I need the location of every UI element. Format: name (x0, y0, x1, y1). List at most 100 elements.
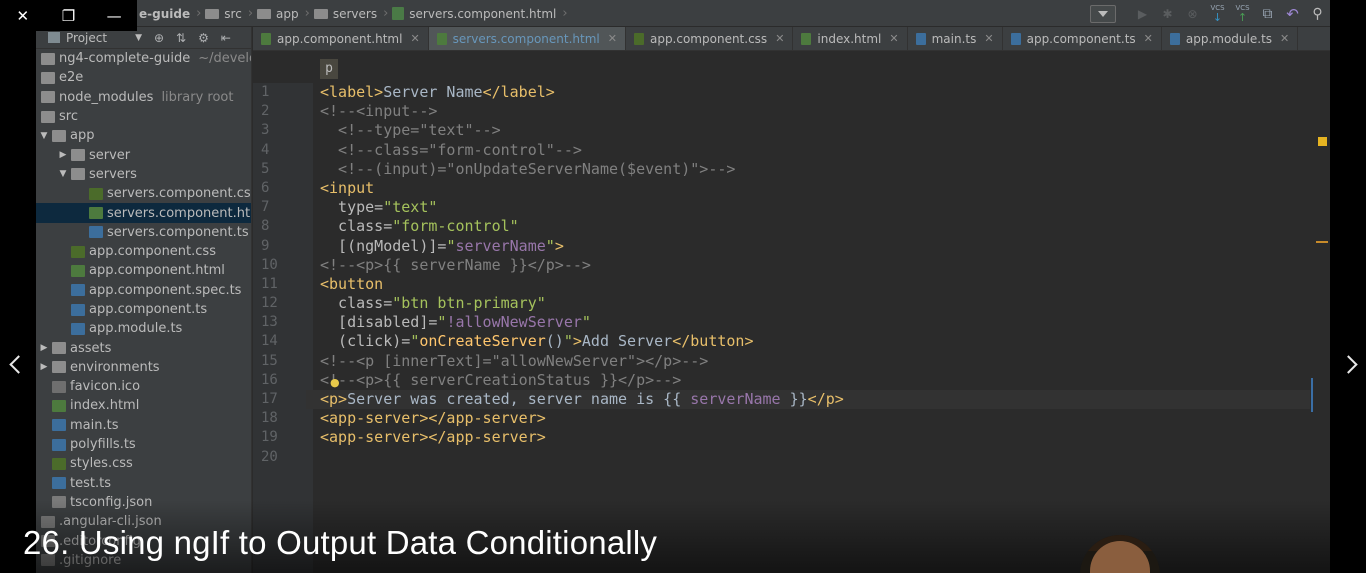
code-line[interactable]: [disabled]="!allowNewServer" (320, 313, 1310, 332)
tree-item[interactable]: ▶ environments (36, 358, 251, 377)
tree-item[interactable]: styles.css (36, 454, 251, 473)
tree-item[interactable]: servers.component.css (36, 184, 251, 203)
restore-icon[interactable]: ❐ (46, 0, 92, 31)
line-number[interactable]: 17 (253, 390, 313, 409)
editor-tab[interactable]: app.component.html ✕ (253, 27, 429, 50)
line-number[interactable]: 8 (253, 217, 313, 236)
line-number[interactable]: 11 (253, 275, 313, 294)
code-line[interactable] (320, 448, 1310, 467)
tree-item[interactable]: index.html (36, 396, 251, 415)
line-number[interactable]: 18 (253, 409, 313, 428)
tree-item[interactable]: app.component.ts (36, 300, 251, 319)
tree-item[interactable]: app.component.spec.ts (36, 281, 251, 300)
line-number[interactable]: 19 (253, 428, 313, 447)
line-number[interactable]: 13 (253, 313, 313, 332)
locate-file-icon[interactable]: ⊕ (154, 31, 164, 45)
tree-item[interactable]: main.ts (36, 416, 251, 435)
warning-marker[interactable] (1316, 241, 1328, 243)
tree-item[interactable]: servers.component.html (36, 203, 251, 223)
code-line[interactable]: [(ngModel)]="serverName"> (320, 237, 1310, 256)
code-line[interactable]: <app-server></app-server> (320, 409, 1310, 428)
intention-bulb-icon[interactable]: ● (330, 376, 340, 389)
tree-item[interactable]: ▶ server (36, 145, 251, 164)
line-number[interactable]: 4 (253, 141, 313, 160)
code-line[interactable]: <!--type="text"--> (320, 121, 1310, 140)
tree-item[interactable]: src (36, 107, 251, 126)
error-stripe[interactable] (1314, 51, 1330, 573)
line-number[interactable]: 5 (253, 160, 313, 179)
breadcrumb-item[interactable]: servers (311, 0, 382, 27)
code-line[interactable]: (click)="onCreateServer()">Add Server</b… (320, 332, 1310, 351)
settings-gear-icon[interactable]: ⚙ (198, 31, 209, 45)
chevron-down-icon[interactable]: ▼ (135, 33, 142, 43)
editor-tab[interactable]: app.component.ts ✕ (1003, 27, 1162, 50)
close-tab-icon[interactable]: ✕ (1144, 32, 1153, 45)
vcs-history-icon[interactable]: ⧉ (1255, 3, 1280, 25)
line-number[interactable]: 10 (253, 256, 313, 275)
tree-item[interactable]: node_modules library root (36, 88, 251, 107)
code-line[interactable]: <!--(input)="onUpdateServerName($event)"… (320, 160, 1310, 179)
tree-item[interactable]: ng4-complete-guide ~/developme (36, 49, 251, 68)
code-area[interactable]: <label>Server Name</label> <!--<input--> … (306, 83, 1310, 467)
close-tab-icon[interactable]: ✕ (410, 32, 419, 45)
tree-item[interactable]: ▼ app (36, 126, 251, 145)
tree-item[interactable]: servers.component.ts (36, 223, 251, 242)
code-line[interactable]: <app-server></app-server> (320, 428, 1310, 447)
run-config-dropdown[interactable] (1090, 4, 1116, 23)
code-line[interactable]: <!--<p>{{ serverCreationStatus }}</p>--> (320, 371, 1310, 390)
editor-tab[interactable]: main.ts ✕ (908, 27, 1003, 50)
collapse-all-icon[interactable]: ⇅ (176, 31, 186, 45)
tag-breadcrumb[interactable]: p (320, 59, 338, 79)
code-line[interactable]: <p>Server was created, server name is {{… (306, 390, 1310, 410)
hide-panel-icon[interactable]: ⇤ (221, 31, 231, 45)
code-line[interactable]: <!--<input--> (320, 102, 1310, 121)
close-tab-icon[interactable]: ✕ (984, 32, 993, 45)
expand-right-icon[interactable]: ▶ (39, 362, 49, 372)
line-number[interactable]: 6 (253, 179, 313, 198)
vcs-commit-button[interactable]: VCS ↑ (1230, 3, 1255, 25)
breadcrumb-item[interactable]: app (254, 0, 304, 27)
tree-item[interactable]: ▶ assets (36, 338, 251, 357)
tree-item[interactable]: app.module.ts (36, 319, 251, 338)
code-line[interactable]: <button (320, 275, 1310, 294)
analysis-status-icon[interactable] (1318, 137, 1327, 146)
line-number[interactable]: 7 (253, 198, 313, 217)
breadcrumb-item[interactable]: servers.component.html (389, 0, 561, 27)
editor-tab[interactable]: index.html ✕ (793, 27, 908, 50)
editor-tab[interactable]: servers.component.html ✕ (428, 27, 626, 50)
line-number[interactable]: 16 (253, 371, 313, 390)
line-number[interactable]: 20 (253, 448, 313, 467)
line-number[interactable]: 12 (253, 294, 313, 313)
tree-item[interactable]: app.component.css (36, 242, 251, 261)
minimize-icon[interactable]: — (91, 0, 137, 31)
tree-item[interactable]: test.ts (36, 474, 251, 493)
code-line[interactable]: <!--<p>{{ serverName }}</p>--> (320, 256, 1310, 275)
code-line[interactable]: <!--class="form-control"--> (320, 141, 1310, 160)
line-number[interactable]: 9 (253, 237, 313, 256)
close-tab-icon[interactable]: ✕ (775, 32, 784, 45)
editor-tab[interactable]: app.component.css ✕ (626, 27, 794, 50)
line-number[interactable]: 1 (253, 83, 313, 102)
expand-right-icon[interactable]: ▶ (58, 150, 68, 160)
close-tab-icon[interactable]: ✕ (608, 32, 617, 45)
editor-tab[interactable]: app.module.ts ✕ (1162, 27, 1299, 50)
debug-icon[interactable]: ✱ (1155, 3, 1180, 25)
close-icon[interactable]: ✕ (0, 0, 46, 31)
code-line[interactable]: class="form-control" (320, 217, 1310, 236)
line-number[interactable]: 15 (253, 352, 313, 371)
next-button[interactable] (1336, 346, 1366, 382)
close-tab-icon[interactable]: ✕ (1280, 32, 1289, 45)
search-everywhere-icon[interactable]: ⚲ (1305, 3, 1330, 25)
run-icon[interactable]: ▶ (1130, 3, 1155, 25)
breadcrumb-item[interactable]: e-guide (136, 0, 195, 27)
tree-item[interactable]: favicon.ico (36, 377, 251, 396)
line-number[interactable]: 3 (253, 121, 313, 140)
code-line[interactable]: class="btn btn-primary" (320, 294, 1310, 313)
tree-item[interactable]: polyfills.ts (36, 435, 251, 454)
line-number[interactable]: 14 (253, 332, 313, 351)
previous-button[interactable] (0, 346, 30, 382)
close-tab-icon[interactable]: ✕ (889, 32, 898, 45)
expand-right-icon[interactable]: ▶ (39, 343, 49, 353)
code-line[interactable]: <label>Server Name</label> (320, 83, 1310, 102)
expand-down-icon[interactable]: ▼ (39, 131, 49, 141)
